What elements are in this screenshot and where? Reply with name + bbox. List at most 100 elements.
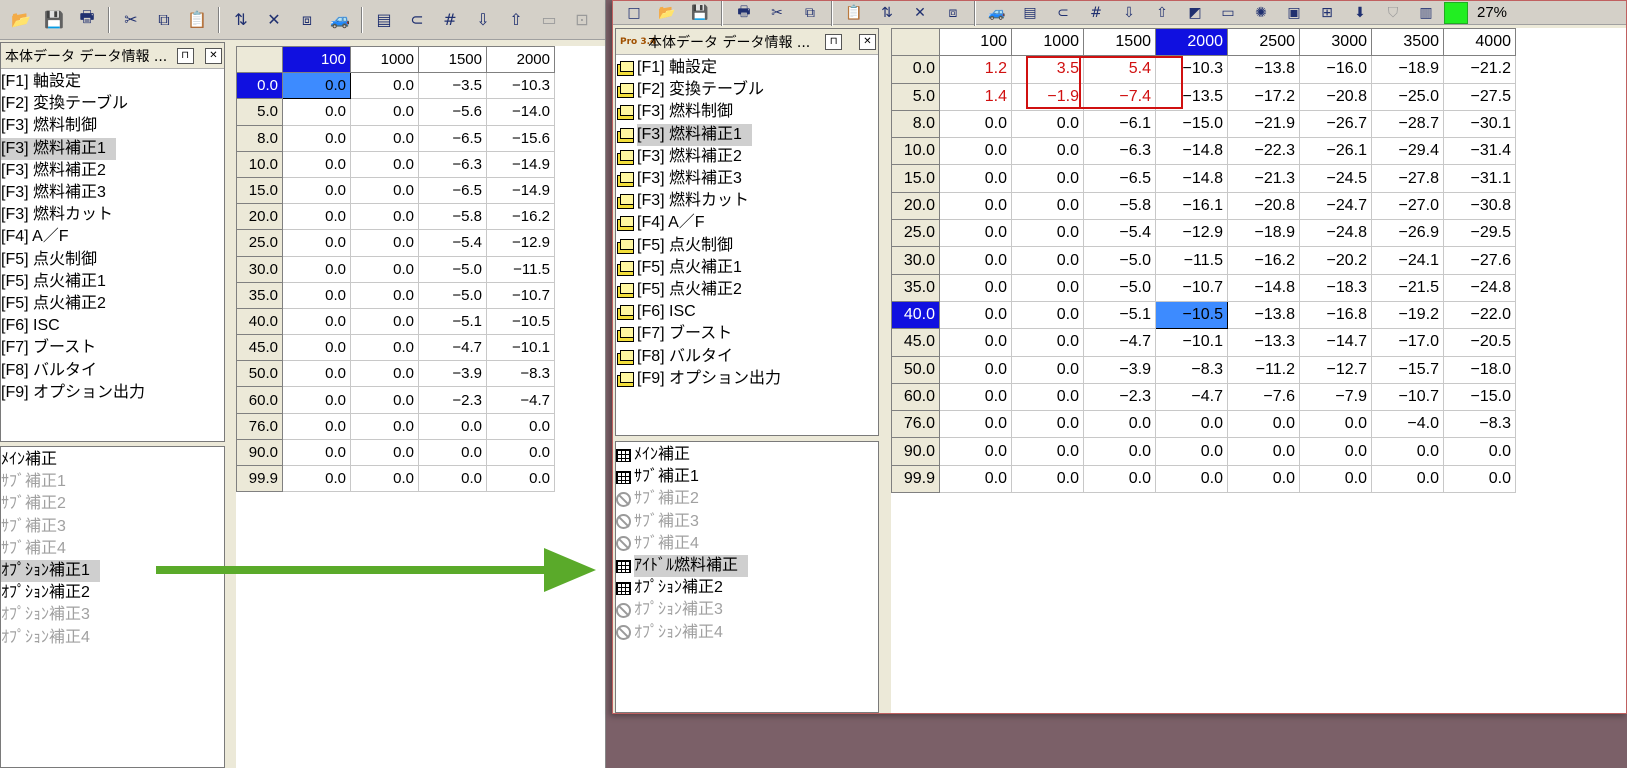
row-header[interactable]: 99.9 [236,464,283,493]
table-cell[interactable]: 0.0 [350,72,419,100]
table-cell[interactable]: 0.0 [1083,464,1156,494]
table-cell[interactable]: −18.3 [1299,273,1372,302]
table-cell[interactable]: −26.7 [1299,109,1372,139]
row-header[interactable]: 40.0 [236,307,283,336]
table-cell[interactable]: −4.7 [486,386,555,414]
copy-icon[interactable]: ⧉ [795,2,825,24]
table-cell[interactable]: −20.2 [1299,246,1372,275]
table-cell[interactable]: 0.0 [939,300,1012,330]
tree-item[interactable]: ｱｲﾄﾞﾙ燃料補正 [616,555,878,578]
row-header[interactable]: 30.0 [891,246,940,275]
table-cell[interactable]: −16.1 [1155,191,1228,221]
clear-icon[interactable]: ✕ [259,5,289,35]
table-cell[interactable]: −14.9 [486,150,555,178]
table-cell[interactable]: 0.0 [939,219,1012,248]
pin-icon[interactable]: ⊓ [825,33,843,50]
grid-view-icon[interactable]: # [1081,2,1111,24]
row-header[interactable]: 90.0 [891,437,940,466]
table-cell[interactable]: −6.1 [1083,109,1156,139]
table-cell[interactable]: −31.4 [1443,137,1516,166]
table-cell[interactable]: −6.5 [418,176,487,205]
row-header[interactable]: 15.0 [236,176,283,205]
table-cell[interactable]: −11.5 [1155,246,1228,275]
table-cell[interactable]: −10.1 [1155,328,1228,357]
tree-item[interactable]: [F9] オプション出力 [1,382,224,404]
table-cell[interactable]: 0.0 [350,176,419,205]
red-device-icon[interactable]: ▣ [1279,2,1309,24]
table-cell[interactable]: 0.0 [939,246,1012,275]
table-cell[interactable]: −10.7 [486,281,555,309]
table-cell[interactable]: 0.0 [939,137,1012,166]
table-cell[interactable]: 0.0 [350,229,419,257]
table-cell[interactable]: −2.3 [1083,382,1156,412]
table-cell[interactable]: −21.9 [1227,109,1300,139]
note-icon[interactable]: ▥ [1411,2,1441,24]
row-header[interactable]: 5.0 [891,82,940,111]
table-cell[interactable]: 0.0 [1227,437,1300,466]
row-header[interactable]: 90.0 [236,438,283,467]
table-cell[interactable]: 0.0 [350,307,419,336]
table-cell[interactable]: 1.2 [939,55,1012,84]
upload-icon[interactable]: ⇧ [1147,2,1177,24]
row-header[interactable]: 25.0 [891,219,940,248]
table-cell[interactable]: −12.7 [1299,355,1372,384]
table-cell[interactable]: −12.9 [1155,219,1228,248]
table-cell[interactable]: 0.0 [282,72,351,100]
column-header[interactable]: 100 [939,28,1012,57]
table-cell[interactable]: −17.0 [1371,328,1444,357]
table-cell[interactable]: −5.4 [1083,219,1156,248]
table-cell[interactable]: −31.1 [1443,164,1516,193]
table-cell[interactable]: −29.5 [1443,219,1516,248]
column-header[interactable]: 2000 [1155,28,1228,57]
tree-item[interactable]: [F1] 軸設定 [616,57,878,79]
tree-item[interactable]: [F5] 点火制御 [1,249,224,271]
column-header[interactable]: 1500 [1083,28,1156,57]
cut-icon[interactable]: ✂ [116,5,146,35]
tree-item[interactable]: [F4] A／F [616,212,878,234]
tree-item[interactable]: ｻﾌﾞ補正3 [1,516,224,538]
table-red-icon[interactable]: ⊞ [1312,2,1342,24]
tree-item[interactable]: [F7] ブースト [1,337,224,359]
table-cell[interactable]: −20.8 [1227,191,1300,221]
table-cell[interactable]: 0.0 [939,273,1012,302]
table-cell[interactable]: −10.5 [486,307,555,336]
download-icon[interactable]: ⇩ [468,5,498,35]
table-cell[interactable]: 0.0 [1155,437,1228,466]
open-folder-icon[interactable]: 📂 [652,2,682,24]
bug-icon[interactable]: ✺ [1246,2,1276,24]
table-cell[interactable]: 0.0 [350,124,419,152]
row-header[interactable]: 25.0 [236,229,283,257]
chart-icon[interactable]: ◩ [1180,2,1210,24]
table-cell[interactable]: 0.0 [350,360,419,388]
row-header[interactable]: 20.0 [891,191,940,221]
tree-item[interactable]: [F4] A／F [1,226,224,248]
close-icon[interactable]: ✕ [858,33,876,50]
table-cell[interactable]: 0.0 [939,164,1012,193]
table-cell[interactable]: 0.0 [1227,410,1300,439]
tree-item[interactable]: [F2] 変換テーブル [1,93,224,115]
table-cell[interactable]: −3.9 [418,360,487,388]
table-cell[interactable]: −14.0 [486,98,555,126]
table-cell[interactable]: −14.8 [1155,137,1228,166]
tree-item[interactable]: ｵﾌﾟｼｮﾝ補正4 [616,622,878,644]
tree-item[interactable]: ｵﾌﾟｼｮﾝ補正3 [616,599,878,621]
table-cell[interactable]: 0.0 [282,124,351,152]
table-cell[interactable]: 0.0 [1227,464,1300,494]
tree-item[interactable]: [F5] 点火補正2 [1,293,224,315]
column-header[interactable]: 4000 [1443,28,1516,57]
car-icon[interactable]: 🚙 [325,5,355,35]
table-cell[interactable]: −26.1 [1299,137,1372,166]
table-cell[interactable]: −24.7 [1299,191,1372,221]
column-header[interactable]: 1000 [350,46,419,74]
connector-icon[interactable]: ⊂ [402,5,432,35]
table-cell[interactable]: −2.3 [418,386,487,414]
table-cell[interactable]: 0.0 [350,334,419,362]
table-cell[interactable]: −22.3 [1227,137,1300,166]
table-cell[interactable]: 0.0 [418,464,487,493]
table-cell[interactable]: −14.9 [486,176,555,205]
row-header[interactable]: 8.0 [891,109,940,139]
row-header[interactable]: 76.0 [891,410,940,439]
print-icon[interactable]: 🖶 [729,2,759,24]
compare-icon[interactable]: ⧈ [938,2,968,24]
table-cell[interactable]: −18.0 [1443,355,1516,384]
